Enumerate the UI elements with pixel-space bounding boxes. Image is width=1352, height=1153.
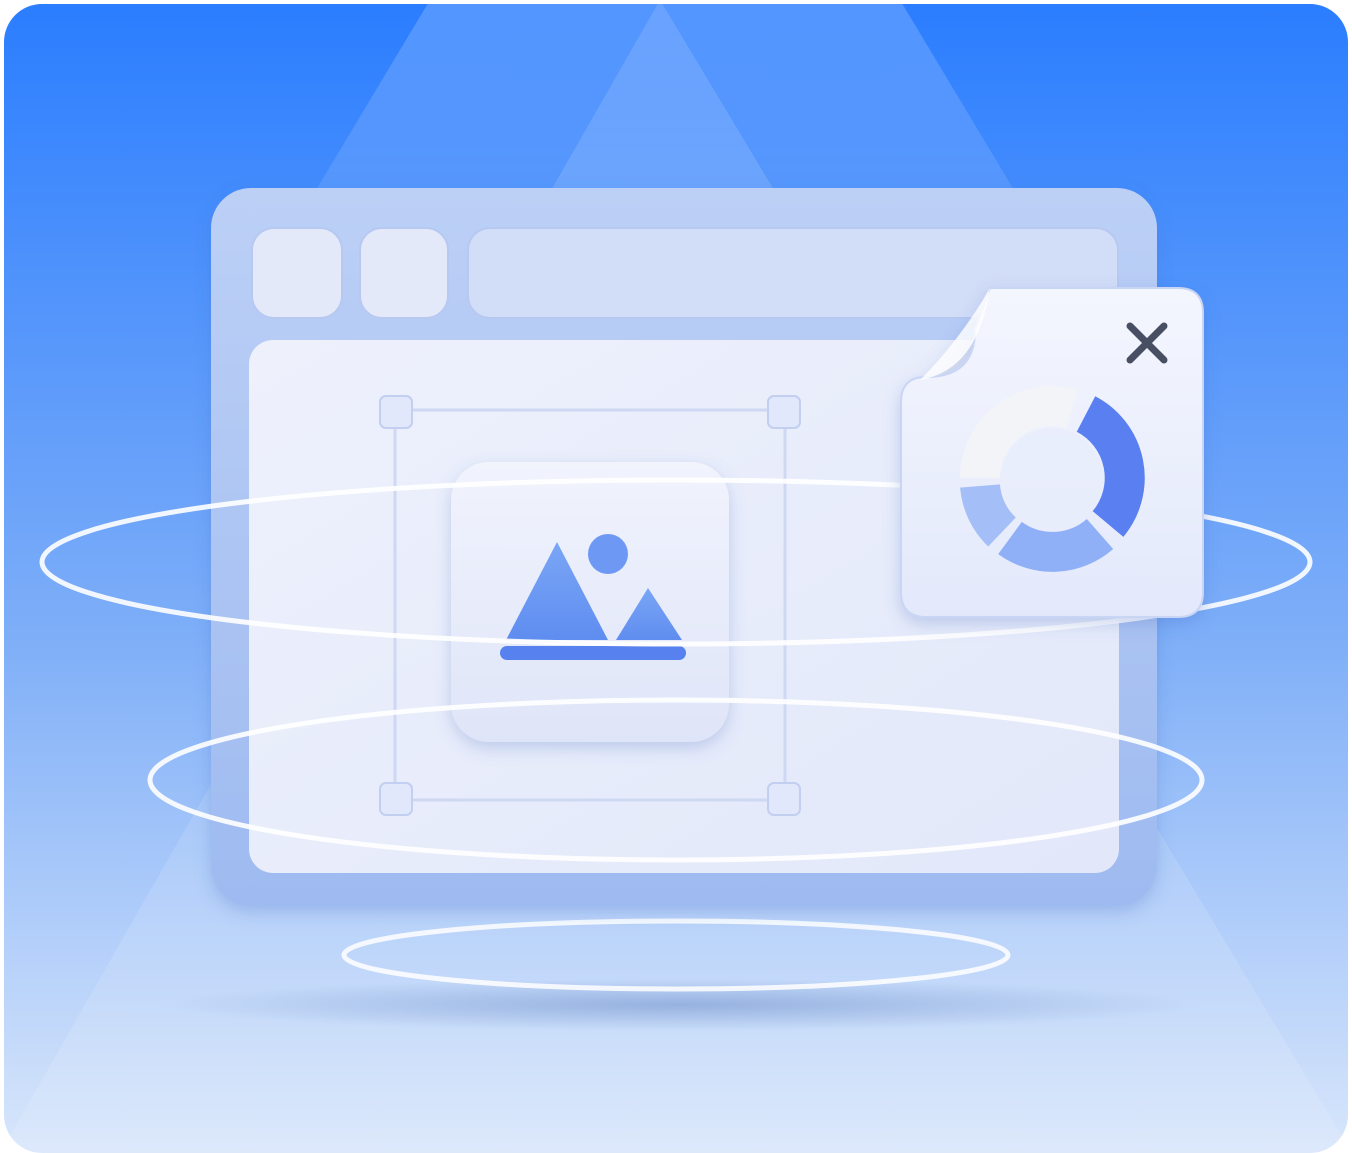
illustration-scene	[0, 0, 1352, 1153]
window-control-icon[interactable]	[251, 227, 343, 319]
resize-handle[interactable]	[379, 782, 413, 816]
illustration-canvas	[4, 4, 1348, 1153]
resize-handle[interactable]	[767, 782, 801, 816]
resize-handle[interactable]	[379, 395, 413, 429]
window-control-icon[interactable]	[359, 227, 449, 319]
resize-handle[interactable]	[767, 395, 801, 429]
